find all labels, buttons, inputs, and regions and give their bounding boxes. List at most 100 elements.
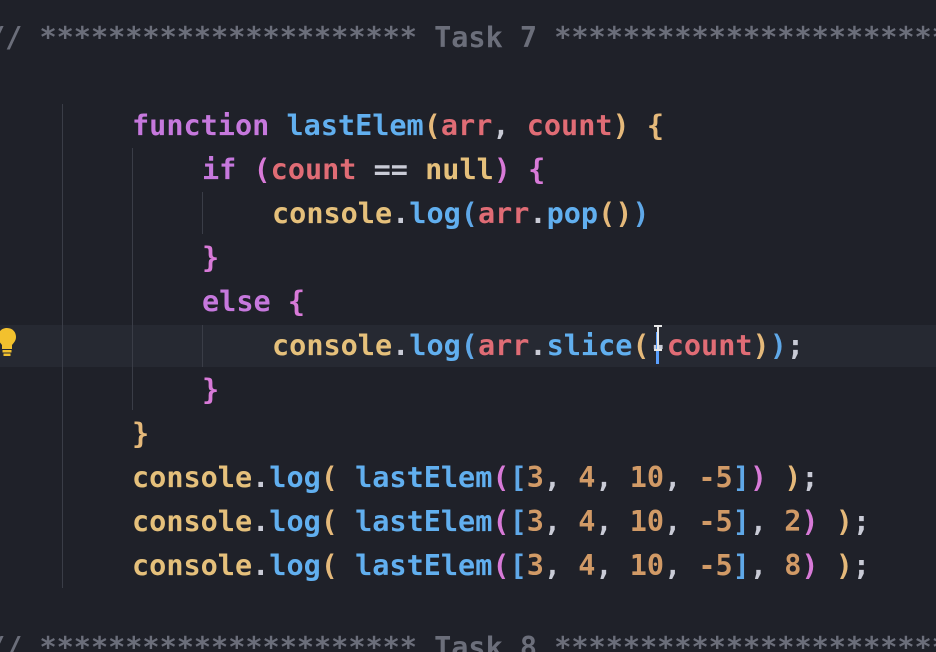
keyword-else: else <box>202 285 271 318</box>
console-object: console <box>132 505 253 538</box>
paren: ( <box>492 505 510 538</box>
keyword-null: null <box>425 153 494 186</box>
paren: ( <box>492 549 510 582</box>
keyword-function: function <box>132 109 270 142</box>
function-call: lastElem <box>355 461 493 494</box>
console-object: console <box>272 197 393 230</box>
comma: , <box>749 505 785 538</box>
paren: ( <box>320 505 338 538</box>
closing-brace: } <box>202 373 220 406</box>
code-line[interactable]: console.log( lastElem([3, 4, 10, -5], 2)… <box>132 502 870 542</box>
function-call: lastElem <box>355 505 493 538</box>
comma: , <box>664 461 699 494</box>
method-slice: slice <box>546 329 633 362</box>
dot: . <box>392 197 410 230</box>
lightbulb-icon[interactable] <box>0 326 18 358</box>
paren: ) <box>835 505 853 538</box>
comment-line-task8: // ********************** Task 8 *******… <box>0 631 936 652</box>
code-line[interactable]: if (count == null) { <box>202 150 545 190</box>
code-line-active[interactable]: console.log(arr.slice(-count)); <box>272 326 804 366</box>
method-log: log <box>269 505 321 538</box>
paren: ) <box>801 549 819 582</box>
number: 10 <box>629 549 665 582</box>
number: 4 <box>578 549 596 582</box>
paren: ) <box>749 461 768 494</box>
paren: ( <box>423 109 441 142</box>
console-object: console <box>132 461 253 494</box>
paren: ) <box>769 329 787 362</box>
comma: , <box>543 505 579 538</box>
number: -5 <box>698 505 733 538</box>
comma: , <box>749 549 785 582</box>
var-arr: arr <box>477 329 530 362</box>
method-log: log <box>269 549 321 582</box>
paren: ) <box>835 549 853 582</box>
keyword-if: if <box>202 153 237 186</box>
semicolon: ; <box>852 505 871 538</box>
brace: { <box>528 153 546 186</box>
code-line[interactable]: console.log( lastElem([3, 4, 10, -5], 8)… <box>132 546 870 586</box>
param-arr: arr <box>440 109 493 142</box>
code-line[interactable]: console.log(arr.pop()) <box>272 194 650 234</box>
brace: { <box>287 285 305 318</box>
bracket: ] <box>732 461 750 494</box>
number: 2 <box>784 505 802 538</box>
dot: . <box>252 549 270 582</box>
paren: ( <box>460 329 478 362</box>
function-name: lastElem <box>286 109 424 142</box>
closing-brace: } <box>132 417 150 450</box>
ibeam-pointer-icon <box>654 325 662 351</box>
dot: . <box>252 461 270 494</box>
comma: , <box>595 461 630 494</box>
comma: , <box>595 549 630 582</box>
semicolon: ; <box>852 549 871 582</box>
code-line[interactable]: console.log( lastElem([3, 4, 10, -5]) ); <box>132 458 819 498</box>
comment-line-task7: // ********************** Task 7 *******… <box>0 21 936 54</box>
paren: ( <box>320 461 338 494</box>
code-editor[interactable]: // ********************** Task 7 *******… <box>0 0 936 652</box>
comma: , <box>492 109 527 142</box>
method-log: log <box>409 329 461 362</box>
paren: ) <box>493 153 511 186</box>
bracket: ] <box>732 549 750 582</box>
bracket: [ <box>509 505 527 538</box>
comma: , <box>664 549 699 582</box>
method-pop: pop <box>546 197 599 230</box>
paren: ) <box>784 461 802 494</box>
paren: ( <box>253 153 271 186</box>
console-object: console <box>132 549 253 582</box>
brace: { <box>646 109 665 142</box>
dot: . <box>392 329 410 362</box>
paren: ( <box>460 197 478 230</box>
number: -5 <box>698 461 733 494</box>
code-line[interactable]: else { <box>202 282 305 322</box>
number: 3 <box>526 549 544 582</box>
var-count: count <box>270 153 357 186</box>
indent-guide <box>202 325 203 367</box>
number: 4 <box>578 505 596 538</box>
indent-guide <box>202 192 203 234</box>
paren: ( <box>632 329 650 362</box>
comma: , <box>543 461 579 494</box>
paren: ( <box>320 549 338 582</box>
number: 3 <box>526 461 544 494</box>
code-line[interactable]: function lastElem(arr, count) { <box>132 106 664 146</box>
var-count: count <box>666 329 753 362</box>
number: 4 <box>578 461 596 494</box>
dot: . <box>529 329 547 362</box>
semicolon: ; <box>786 329 805 362</box>
function-call: lastElem <box>355 549 493 582</box>
number: 8 <box>784 549 802 582</box>
paren: () <box>598 197 633 230</box>
var-arr: arr <box>477 197 530 230</box>
paren: ) <box>801 505 819 538</box>
number: 10 <box>629 505 665 538</box>
number: -5 <box>698 549 733 582</box>
paren: ) <box>752 329 770 362</box>
indent-guide <box>132 148 133 410</box>
param-count: count <box>526 109 613 142</box>
paren: ) <box>632 197 650 230</box>
number: 10 <box>629 461 665 494</box>
bracket: ] <box>732 505 750 538</box>
method-log: log <box>269 461 321 494</box>
